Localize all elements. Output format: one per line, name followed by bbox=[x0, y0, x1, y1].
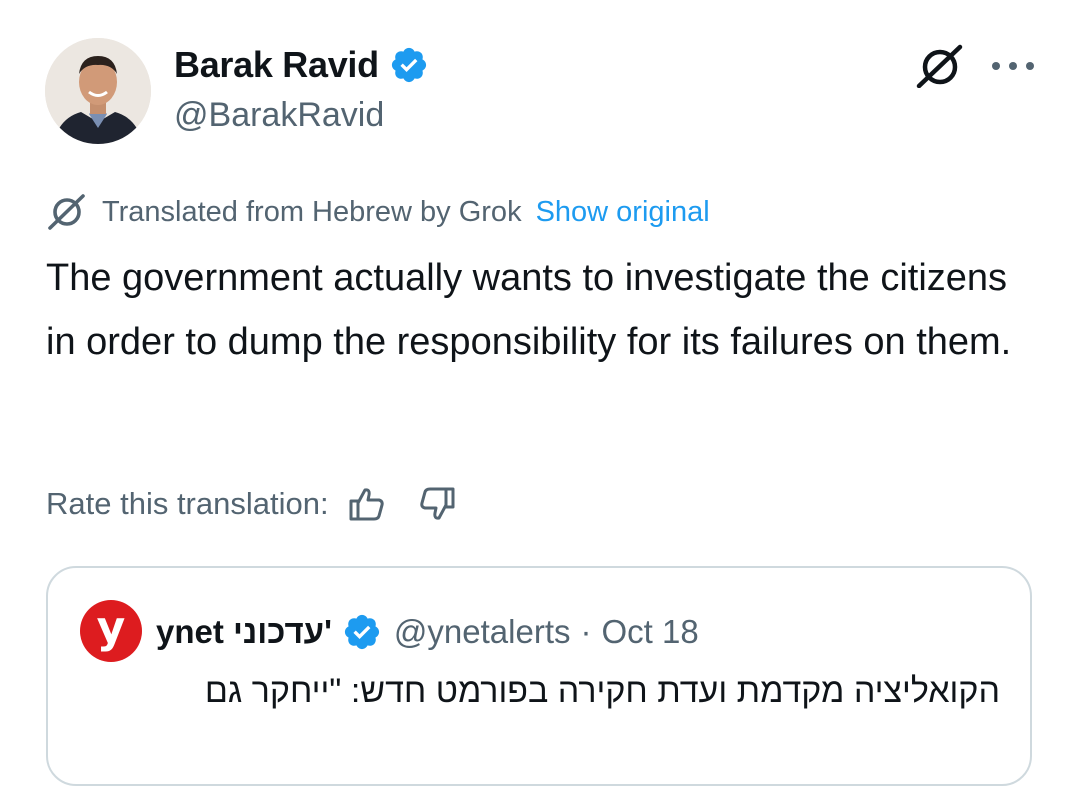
quoted-tweet-text: הקואליציה מקדמת ועדת חקירה בפורמט חדש: "… bbox=[204, 672, 1000, 710]
ynet-logo-letter: y bbox=[96, 602, 126, 653]
grok-icon[interactable] bbox=[914, 44, 964, 89]
rate-translation-row: Rate this translation: bbox=[46, 482, 457, 526]
tweet-text: The government actually wants to investi… bbox=[46, 257, 1012, 363]
grok-icon bbox=[46, 192, 86, 232]
quoted-author-handle[interactable]: @ynetalerts bbox=[394, 613, 571, 651]
author-photo bbox=[45, 38, 151, 144]
verified-badge-icon bbox=[342, 612, 382, 652]
quoted-author-name[interactable]: ynet עדכוני' bbox=[156, 613, 332, 651]
author-display-name[interactable]: Barak Ravid bbox=[174, 44, 379, 86]
thumbs-down-icon[interactable] bbox=[417, 484, 457, 524]
quoted-author-avatar[interactable]: y bbox=[80, 600, 142, 662]
author-name-row: Barak Ravid bbox=[174, 40, 429, 90]
separator-dot: · bbox=[580, 613, 592, 650]
translation-notice: Translated from Hebrew by Grok Show orig… bbox=[46, 192, 710, 232]
author-avatar[interactable] bbox=[45, 38, 151, 144]
verified-badge-icon bbox=[389, 45, 429, 85]
quoted-tweet-card[interactable]: y ynet עדכוני' @ynetalerts · Oct 18 הקוא… bbox=[46, 566, 1032, 786]
quoted-tweet-date[interactable]: Oct 18 bbox=[602, 613, 699, 651]
more-options-icon[interactable] bbox=[988, 44, 1038, 84]
author-handle[interactable]: @BarakRavid bbox=[174, 96, 384, 135]
translation-notice-text: Translated from Hebrew by Grok bbox=[102, 195, 522, 228]
rate-translation-label: Rate this translation: bbox=[46, 486, 329, 521]
thumbs-up-icon[interactable] bbox=[347, 484, 387, 524]
show-original-link[interactable]: Show original bbox=[536, 196, 710, 229]
quoted-author-row: ynet עדכוני' @ynetalerts · Oct 18 bbox=[156, 608, 699, 656]
